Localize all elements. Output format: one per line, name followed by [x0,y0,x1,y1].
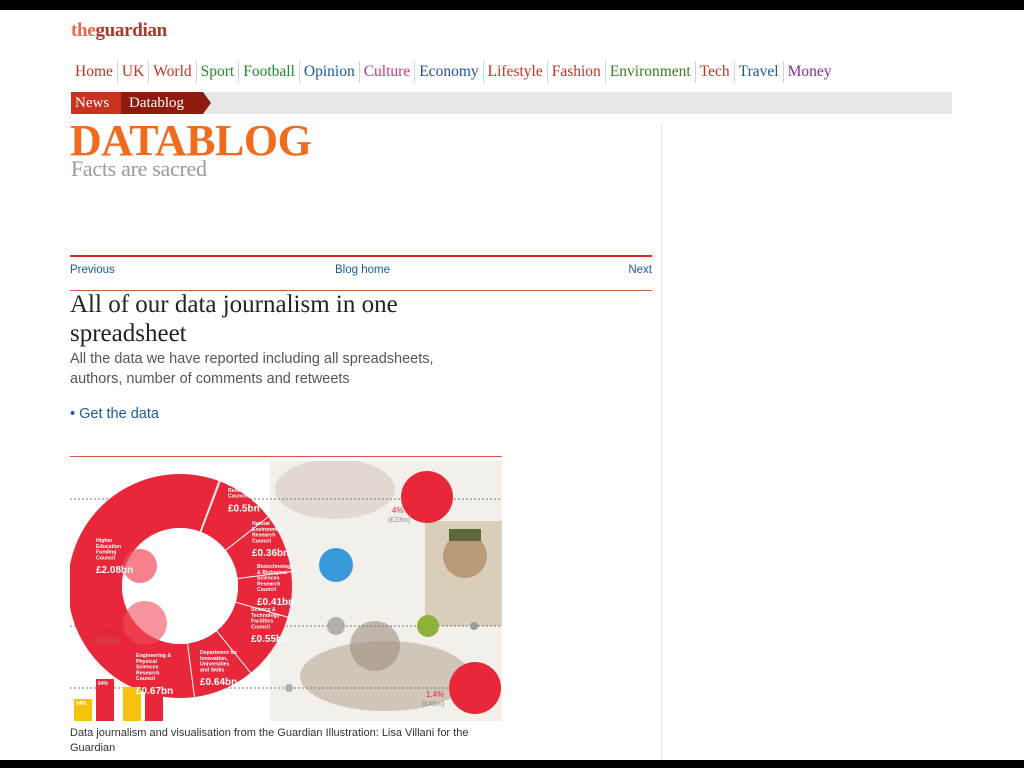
nav-item-travel[interactable]: Travel [733,61,783,83]
annotation-percent: 6.8% [98,627,116,636]
segment-value: £0.36bn [252,548,289,559]
main-nav: Home UK World Sport Football Opinion Culture Ec… [71,60,835,84]
donut-inner-blob [123,601,167,645]
nav-item-economy[interactable]: Economy [414,61,482,83]
segment-value: £0.64bn [200,677,237,688]
article-headline: All of our data journalism in one spread… [70,291,398,347]
bubble-red-bottom [449,662,501,714]
bubble-grey [327,617,345,635]
bubble-blue [319,548,353,582]
segment-name: Council [251,624,271,630]
next-link[interactable]: Next [628,264,652,276]
segment-name: Council [228,494,248,500]
datablog-tagline: Facts are sacred [71,156,207,181]
breadcrumb-datablog[interactable]: Datablog [113,92,203,114]
annotation-percent: 1.4% [426,690,444,699]
segment-name: Council [252,538,272,544]
segment-name: Council [96,555,116,561]
logo-guardian: guardian [95,20,167,41]
window-top-border [0,0,1024,10]
nav-item-football[interactable]: Football [238,61,299,83]
segment-value: £2.08bn [96,565,133,576]
breadcrumb-arrow [203,92,211,114]
nav-item-environment[interactable]: Environment [604,61,695,83]
logo-the: the [71,20,96,41]
article-illustration: Higher Education Funding Council £2.08bn Medi… [70,461,502,721]
blog-home-link[interactable]: Blog home [335,264,390,276]
image-caption: Data journalism and visualisation from t… [70,727,469,754]
segment-name: Council [257,587,277,593]
nav-item-lifestyle[interactable]: Lifestyle [482,61,547,83]
nav-item-world[interactable]: World [148,61,195,83]
post-pager: Previous Blog home Next [70,264,652,280]
nav-item-sport[interactable]: Sport [195,61,239,83]
bubble-grey-small [470,622,478,630]
nav-item-fashion[interactable]: Fashion [546,61,605,83]
nav-item-uk[interactable]: UK [116,61,148,83]
segment-name: Council [136,676,156,682]
nav-item-money[interactable]: Money [782,61,836,83]
window-bottom-border [0,760,1024,768]
annotation-percent: 4% [392,506,404,515]
illustration-svg: HigherEducationFundingCouncil£2.08bnMedi… [70,461,502,721]
get-the-data-link[interactable]: • Get the data [70,406,159,422]
nav-item-opinion[interactable]: Opinion [298,61,359,83]
bubble-grey-small [285,684,293,692]
breadcrumb: Datablog News [71,92,952,114]
nav-item-culture[interactable]: Culture [358,61,415,83]
bubble-red-top [401,471,453,523]
nav-item-home[interactable]: Home [71,61,117,83]
photo-hands-shape [275,461,395,519]
guardian-logo[interactable]: theguardian [71,20,167,42]
nav-item-tech[interactable]: Tech [694,61,734,83]
article-standfirst: All the data we have reported including … [70,351,434,387]
image-rule [70,456,502,457]
annotation-amount: (£23m) [388,517,410,524]
segment-value: £0.5bn [228,503,260,514]
segment-value: £0.55bn [251,634,288,645]
segment-name: and Skills [200,667,224,673]
annotation-amount: (£46m) [422,701,444,708]
previous-link[interactable]: Previous [70,264,115,276]
bubble-green [417,615,439,637]
mini-bar-label: 64% [98,681,109,687]
mini-bar-label: 54% [76,701,87,707]
segment-value: £0.67bn [136,686,173,697]
photo-soldier-figure [350,621,400,671]
annotation-amount: (£29bn) [94,638,118,645]
breadcrumb-arrow [113,92,121,114]
photo-cap-shape [449,529,481,541]
pager-rule-top [70,255,652,257]
column-divider [661,124,662,760]
